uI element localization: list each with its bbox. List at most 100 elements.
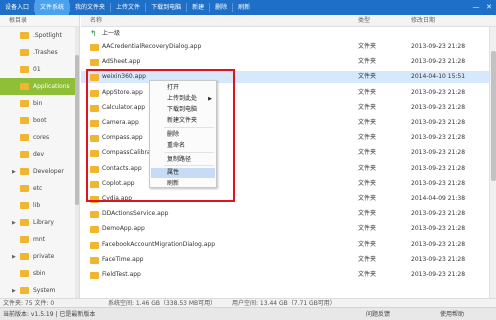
context-menu-item[interactable]: 上传到此处 ▶: [151, 94, 215, 104]
file-name: weixin360.app: [102, 73, 146, 81]
tree-item-label: Developer: [33, 168, 64, 175]
tree-scrollbar[interactable]: [75, 27, 79, 303]
file-name: FaceTime.app: [102, 255, 144, 263]
file-name: DemoApp.app: [102, 225, 145, 233]
file-row[interactable]: Contacts.app 文件夹 2013-09-23 21:28: [81, 163, 489, 175]
toolbar-button[interactable]: 文件系统: [35, 0, 70, 15]
back-arrow-icon: ↰: [90, 29, 97, 38]
file-row[interactable]: AppStore.app 文件夹 2013-09-23 21:28: [81, 87, 489, 99]
tree-item[interactable]: boot: [0, 112, 79, 129]
tree-item[interactable]: mnt: [0, 231, 79, 248]
context-menu-item[interactable]: 打开: [151, 83, 215, 93]
file-name: DDActionsService.app: [102, 210, 169, 218]
folder-icon: [20, 66, 29, 73]
toolbar: 设备入口 文件系统 我的文件夹 上传文件 下载到电脑 新建 删除 刷新: [0, 0, 496, 15]
file-row[interactable]: CompassCalibrationViewService.app文件夹2013…: [81, 147, 489, 159]
tree-item[interactable]: 01: [0, 61, 79, 78]
tree-item[interactable]: .Spotlight: [0, 27, 79, 44]
context-menu-label: 重命名: [167, 142, 186, 149]
file-name: FieldTest.app: [102, 271, 141, 278]
file-list-panel: 名称 类型 修改日期 ↰ 上一级 AACredentialRecoveryDia…: [81, 15, 496, 305]
context-menu-item[interactable]: 属性: [151, 168, 215, 178]
folder-icon: [20, 117, 29, 124]
context-menu-item[interactable]: 复制路径: [151, 155, 215, 165]
file-row[interactable]: DemoApp.app 文件夹 2013-09-23 21:28: [81, 223, 489, 235]
toolbar-button[interactable]: 刷新: [233, 0, 255, 15]
file-row[interactable]: FacebookAccountMigrationDialog.app 文件夹 201…: [81, 239, 489, 251]
folder-icon: [20, 270, 29, 277]
tree-item[interactable]: Applications: [0, 78, 79, 95]
context-menu-label: 下载到电脑: [167, 106, 198, 113]
context-menu-label: 新建文件夹: [167, 117, 198, 124]
expand-arrow-icon[interactable]: ▶: [12, 288, 16, 294]
folder-icon: [20, 100, 29, 107]
close-button[interactable]: ✕: [483, 0, 495, 15]
file-row[interactable]: Cydia.app 文件夹 2014-04-09 21:38: [81, 193, 489, 205]
column-type[interactable]: 类型: [358, 15, 370, 27]
tree-item[interactable]: ▶ Library: [0, 214, 79, 231]
toolbar-button[interactable]: 下载到电脑: [146, 0, 186, 15]
tree-item[interactable]: ▶ Developer: [0, 163, 79, 180]
tree-item[interactable]: bin: [0, 95, 79, 112]
file-date: 2013-09-23 21:28: [411, 255, 466, 263]
tree-item[interactable]: cores: [0, 129, 79, 146]
context-menu-item[interactable]: 删除: [151, 130, 215, 140]
folder-icon: [90, 241, 99, 249]
tree-item-label: etc: [33, 185, 43, 192]
tree-item[interactable]: etc: [0, 180, 79, 197]
folder-icon: [20, 32, 29, 39]
folder-icon: [90, 226, 99, 234]
file-type: 文件夹: [358, 43, 377, 50]
context-menu-item[interactable]: 下载到电脑: [151, 105, 215, 115]
file-row[interactable]: FieldTest.app 文件夹 2013-09-23 21:28: [81, 269, 489, 281]
file-row[interactable]: AACredentialRecoveryDialog.app 文件夹 2013-09…: [81, 41, 489, 53]
context-menu-item[interactable]: 新建文件夹: [151, 116, 215, 126]
tree-item[interactable]: sbin: [0, 265, 79, 282]
toolbar-button[interactable]: 删除: [210, 0, 232, 15]
help-link[interactable]: 使用帮助: [440, 308, 464, 320]
file-row[interactable]: Coplot.app 文件夹 2013-09-23 21:28: [81, 178, 489, 190]
tree-item[interactable]: lib: [0, 197, 79, 214]
tree-item[interactable]: .Trashes: [0, 44, 79, 61]
context-menu-item[interactable]: 重命名: [151, 141, 215, 151]
toolbar-button[interactable]: 上传文件: [111, 0, 145, 15]
expand-arrow-icon[interactable]: ▶: [12, 169, 16, 175]
file-type: 文件夹: [358, 88, 377, 96]
file-row[interactable]: FaceTime.app 文件夹 2013-09-23 21:28: [81, 254, 489, 266]
tree-item-label: Library: [33, 219, 54, 226]
folder-icon: [20, 202, 29, 209]
feedback-link[interactable]: 问题反馈: [366, 308, 390, 320]
toolbar-button[interactable]: 新建: [187, 0, 209, 15]
tree-item[interactable]: ▶ private: [0, 248, 79, 265]
back-label: 上一级: [102, 30, 121, 37]
file-row[interactable]: Compass.app 文件夹 2013-09-23 21:28: [81, 132, 489, 144]
file-row[interactable]: Calculator.app 文件夹 2013-09-23 21:28: [81, 102, 489, 114]
context-menu-item[interactable]: 刷新: [151, 179, 215, 189]
toolbar-button[interactable]: 我的文件夹: [70, 0, 110, 15]
context-menu-label: 删除: [167, 131, 180, 138]
folder-icon: [20, 287, 29, 294]
file-row[interactable]: weixin360.app 文件夹 2014-04-10 15:51: [81, 71, 489, 84]
back-row[interactable]: ↰ 上一级: [81, 28, 489, 40]
tree-item-label: private: [33, 253, 55, 260]
file-name: AppStore.app: [102, 88, 143, 96]
minimize-button[interactable]: —: [470, 0, 482, 15]
file-row[interactable]: Camera.app 文件夹 2013-09-23 21:28: [81, 117, 489, 129]
folder-icon: [20, 151, 29, 158]
file-date: 2013-09-23 21:28: [411, 43, 466, 50]
column-name[interactable]: 名称: [90, 15, 102, 27]
tree-item[interactable]: dev: [0, 146, 79, 163]
column-date[interactable]: 修改日期: [411, 15, 435, 27]
toolbar-button[interactable]: 设备入口: [0, 0, 34, 15]
file-list-scrollbar[interactable]: [489, 27, 496, 305]
file-row[interactable]: DDActionsService.app 文件夹 2013-09-23 21:28: [81, 208, 489, 220]
tree-item[interactable]: ▶ System: [0, 282, 79, 299]
file-date: 2013-09-23 21:28: [411, 149, 466, 157]
expand-arrow-icon[interactable]: ▶: [12, 254, 16, 260]
file-date: 2013-09-23 21:28: [411, 210, 466, 218]
folder-icon: [90, 120, 99, 127]
tree-root[interactable]: 根目录: [0, 15, 79, 27]
file-row[interactable]: AdSheet.app 文件夹 2013-09-23 21:28: [81, 56, 489, 68]
expand-arrow-icon[interactable]: ▶: [12, 220, 16, 226]
tree-item-label: Applications: [33, 83, 70, 90]
